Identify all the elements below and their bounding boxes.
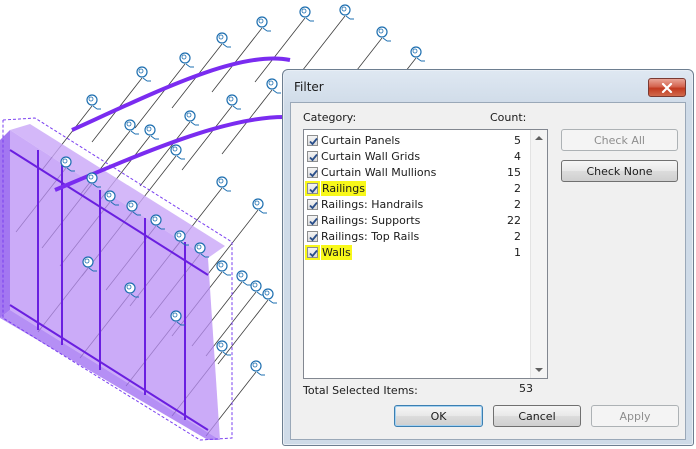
vertical-scrollbar[interactable] bbox=[530, 130, 547, 378]
tag-marker-icon[interactable] bbox=[339, 4, 354, 20]
tag-marker-icon[interactable] bbox=[216, 176, 231, 192]
tag-marker-icon[interactable] bbox=[252, 198, 267, 214]
tag-marker-icon[interactable] bbox=[144, 124, 159, 140]
category-row[interactable]: Railings 2 bbox=[307, 180, 529, 196]
category-checkbox[interactable] bbox=[307, 198, 318, 210]
tag-marker-icon[interactable] bbox=[216, 32, 231, 48]
check-all-button[interactable]: Check All bbox=[561, 129, 678, 151]
category-row[interactable]: Curtain Panels 5 bbox=[307, 132, 529, 148]
category-count: 2 bbox=[514, 197, 521, 211]
tag-marker-icon[interactable] bbox=[256, 16, 271, 32]
total-selected-label: Total Selected Items: bbox=[303, 384, 418, 397]
checkmark-icon bbox=[309, 185, 318, 193]
checkmark-icon bbox=[309, 201, 318, 209]
dialog-title: Filter bbox=[294, 80, 324, 94]
close-icon bbox=[661, 82, 673, 93]
checkmark-icon bbox=[309, 217, 318, 225]
category-list[interactable]: Curtain Panels 5 Curtain Wall Grids 4 Curtai… bbox=[303, 129, 548, 379]
category-count: 2 bbox=[514, 229, 521, 243]
category-row[interactable]: Curtain Wall Mullions 15 bbox=[307, 164, 529, 180]
category-row[interactable]: Walls 1 bbox=[307, 244, 529, 260]
category-row[interactable]: Railings: Supports 22 bbox=[307, 212, 529, 228]
category-count: 2 bbox=[514, 181, 521, 195]
category-checkbox[interactable] bbox=[307, 134, 318, 146]
category-checkbox[interactable] bbox=[307, 166, 318, 178]
tag-marker-icon[interactable] bbox=[136, 66, 151, 82]
apply-button[interactable]: Apply bbox=[591, 405, 679, 427]
category-label: Curtain Wall Mullions bbox=[321, 165, 437, 179]
category-label: Walls bbox=[321, 244, 352, 260]
category-row[interactable]: Curtain Wall Grids 4 bbox=[307, 148, 529, 164]
category-count: 1 bbox=[514, 245, 521, 259]
category-checkbox[interactable] bbox=[307, 150, 318, 162]
tag-marker-icon[interactable] bbox=[226, 94, 241, 110]
category-label: Railings: Handrails bbox=[321, 197, 424, 211]
tag-marker-icon[interactable] bbox=[86, 94, 101, 110]
category-checkbox[interactable] bbox=[307, 246, 318, 258]
scroll-down-arrow-icon[interactable] bbox=[535, 368, 543, 372]
category-label: Railings bbox=[321, 180, 366, 196]
category-count: 22 bbox=[507, 213, 521, 227]
tag-marker-icon[interactable] bbox=[236, 270, 251, 286]
category-label: Railings: Top Rails bbox=[321, 229, 420, 243]
category-checkbox[interactable] bbox=[307, 214, 318, 226]
tag-marker-icon[interactable] bbox=[376, 26, 391, 42]
checkmark-icon bbox=[309, 233, 318, 241]
checkmark-icon bbox=[309, 249, 318, 257]
checkmark-icon bbox=[309, 137, 318, 145]
category-count: 15 bbox=[507, 165, 521, 179]
checkmark-icon bbox=[309, 169, 318, 177]
tag-marker-icon[interactable] bbox=[170, 144, 185, 160]
tag-marker-icon[interactable] bbox=[299, 6, 314, 22]
tag-marker-icon[interactable] bbox=[184, 110, 199, 126]
category-row[interactable]: Railings: Handrails 2 bbox=[307, 196, 529, 212]
total-selected-value: 53 bbox=[519, 382, 533, 395]
tag-marker-icon[interactable] bbox=[124, 119, 139, 135]
tag-marker-icon[interactable] bbox=[410, 46, 425, 62]
tag-marker-icon[interactable] bbox=[250, 360, 265, 376]
close-button[interactable] bbox=[648, 78, 686, 97]
dialog-titlebar[interactable]: Filter bbox=[283, 70, 693, 106]
category-label: Curtain Wall Grids bbox=[321, 149, 421, 163]
cancel-button[interactable]: Cancel bbox=[493, 405, 581, 427]
tag-marker-icon[interactable] bbox=[216, 260, 231, 276]
check-none-button[interactable]: Check None bbox=[561, 160, 678, 182]
category-count: 4 bbox=[514, 149, 521, 163]
category-row[interactable]: Railings: Top Rails 2 bbox=[307, 228, 529, 244]
category-checkbox[interactable] bbox=[307, 230, 318, 242]
scroll-up-arrow-icon[interactable] bbox=[535, 136, 543, 140]
category-label: Railings: Supports bbox=[321, 213, 421, 227]
category-header: Category: bbox=[303, 111, 357, 124]
checkmark-icon bbox=[309, 153, 318, 161]
category-checkbox[interactable] bbox=[307, 182, 318, 194]
dialog-body: Category: Count: Curtain Panels 5 Curtain … bbox=[290, 102, 686, 440]
count-header: Count: bbox=[490, 111, 527, 124]
ok-button[interactable]: OK bbox=[394, 405, 483, 427]
tag-marker-icon[interactable] bbox=[216, 340, 231, 356]
filter-dialog: Filter Category: Count: Curtain Panels 5 C… bbox=[282, 69, 694, 446]
category-label: Curtain Panels bbox=[321, 133, 401, 147]
tag-marker-icon[interactable] bbox=[179, 52, 194, 68]
tag-marker-icon[interactable] bbox=[266, 78, 281, 94]
tag-marker-icon[interactable] bbox=[262, 288, 277, 304]
category-count: 5 bbox=[514, 133, 521, 147]
